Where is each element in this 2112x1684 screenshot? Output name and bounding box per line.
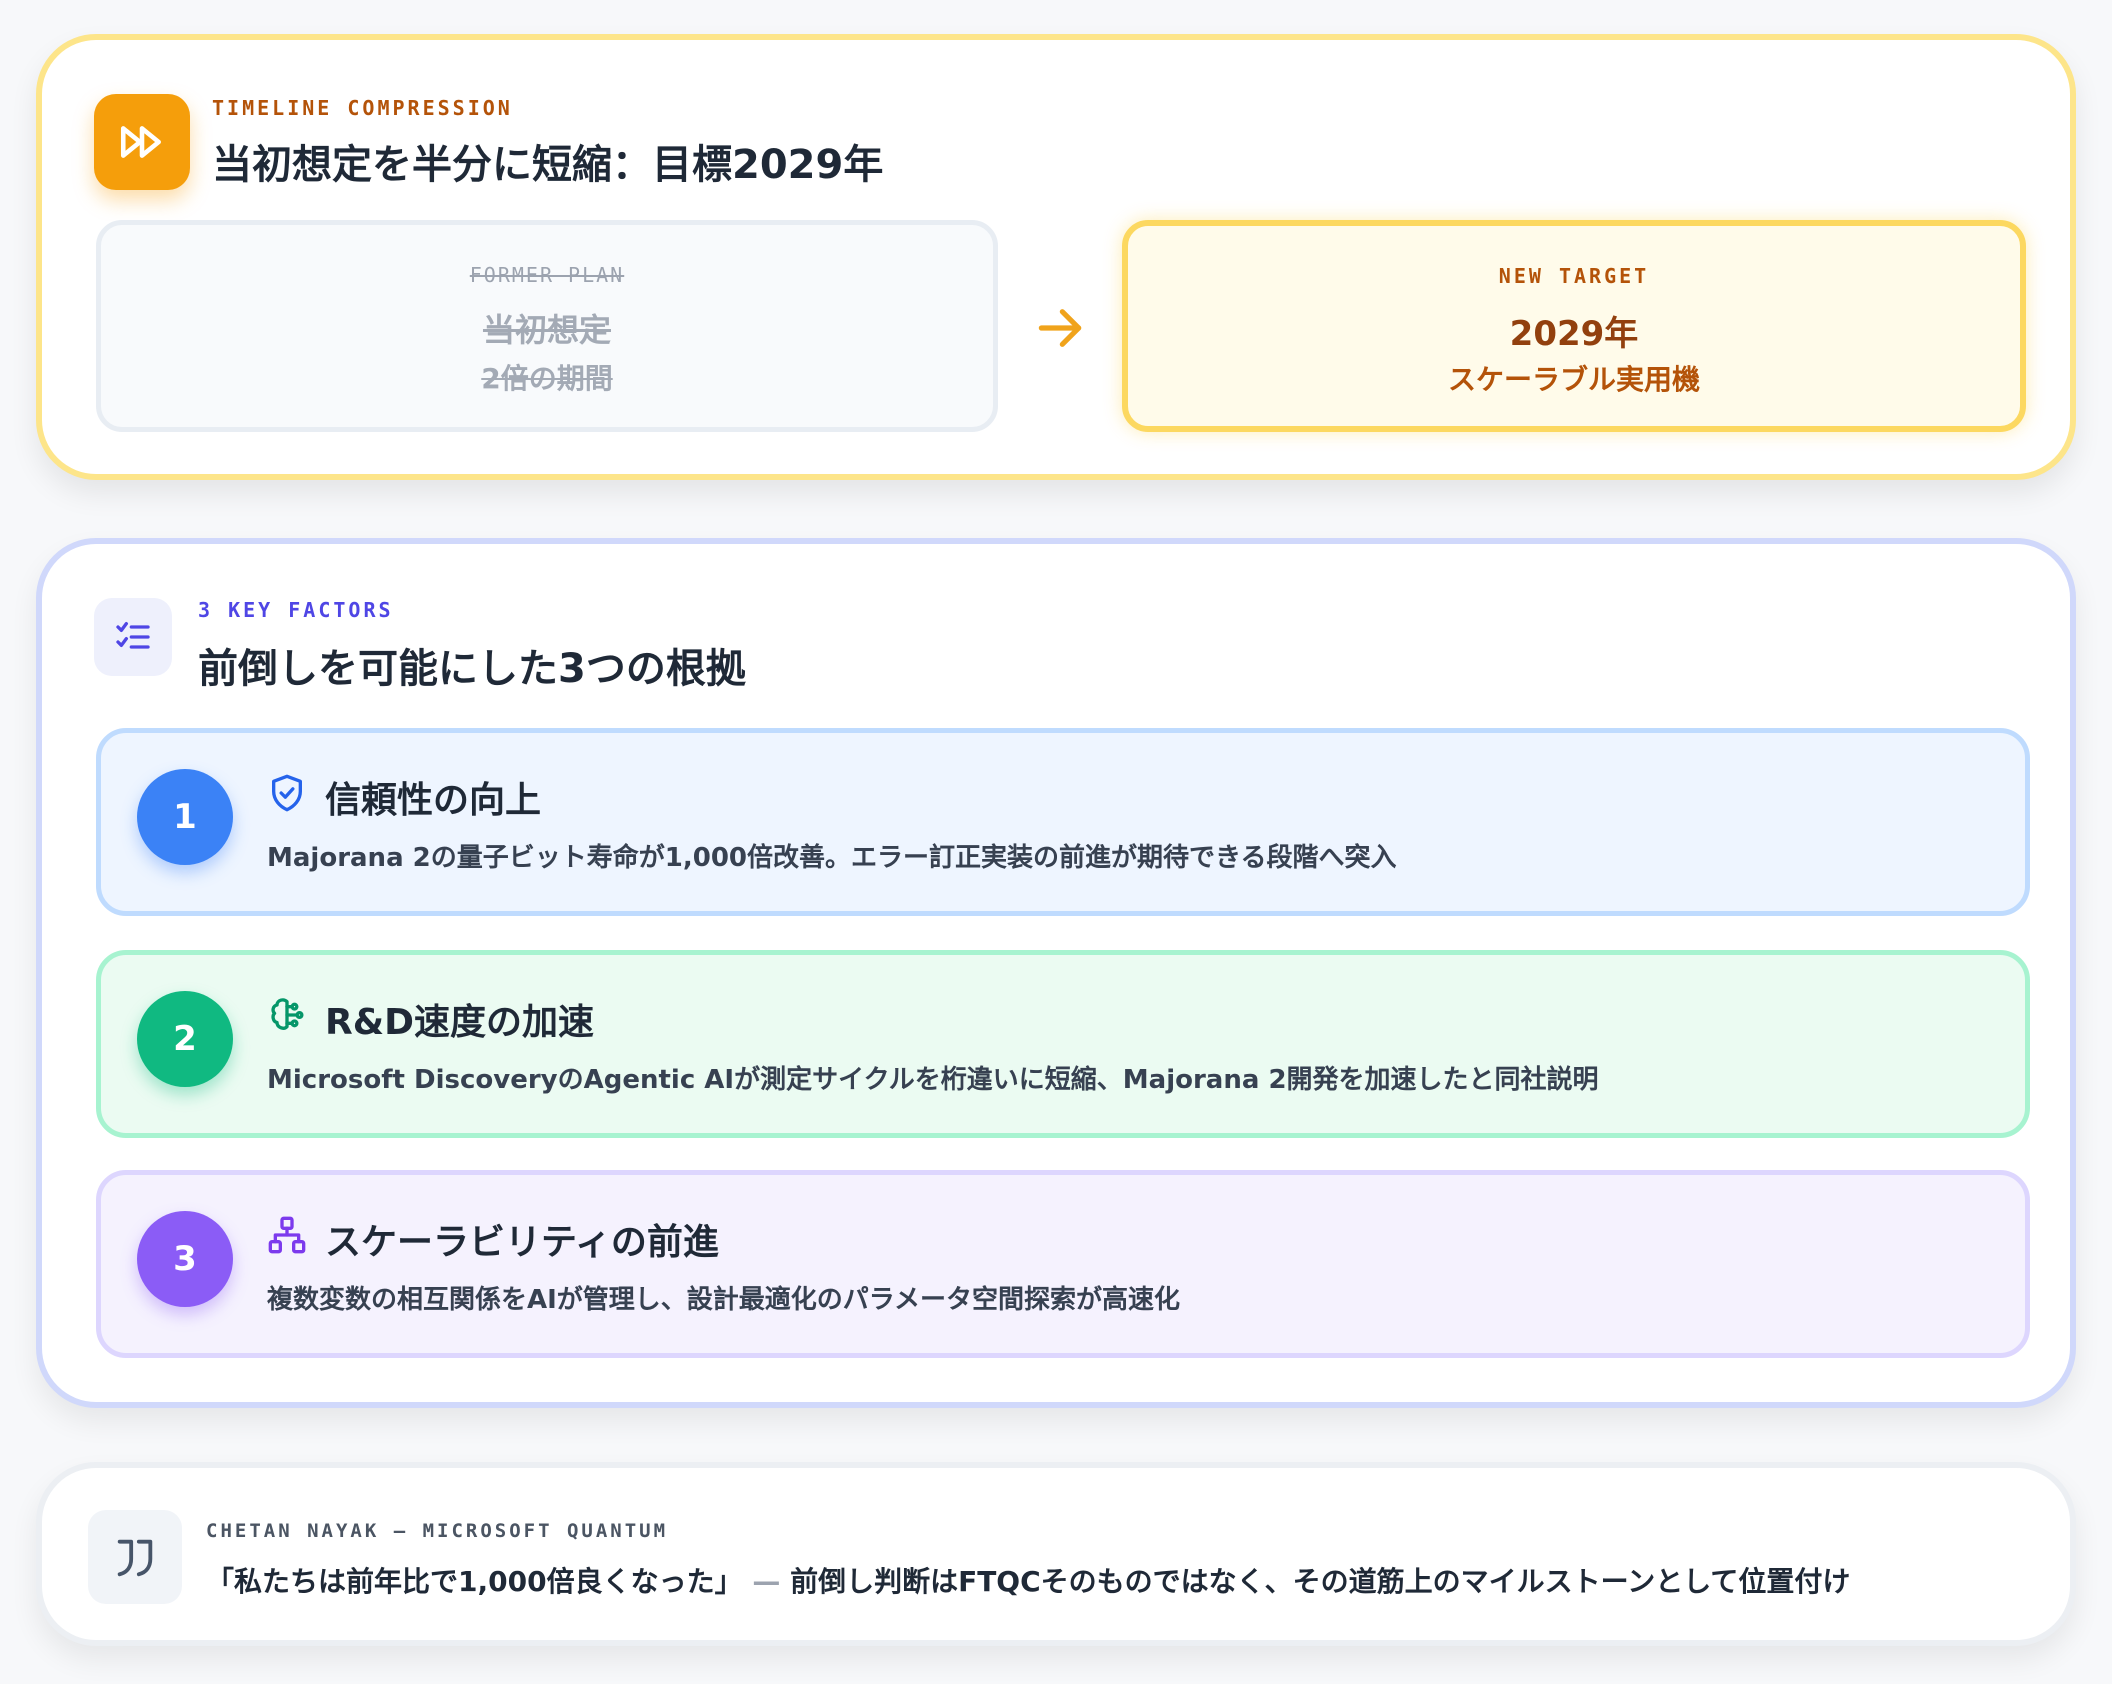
former-plan-box: FORMER PLAN 当初想定 2倍の期間 [96,220,998,432]
timeline-card: TIMELINE COMPRESSION 当初想定を半分に短縮：目標2029年 … [36,34,2076,480]
fast-forward-icon [94,94,190,190]
former-plan-label: FORMER PLAN [469,263,625,287]
factor-description: Majorana 2の量子ビット寿命が1,000倍改善。エラー訂正実装の前進が期… [267,843,1397,873]
new-target-label: NEW TARGET [1498,264,1650,288]
factor-title: R&D速度の加速 [325,1002,594,1043]
factor-number: 3 [137,1211,233,1307]
new-target-value: 2029年 [1509,314,1639,354]
new-target-sub: スケーラブル実用機 [1447,363,1700,396]
quote-comment: 前倒し判断はFTQCそのものではなく、その道筋上のマイルストーンとして位置付け [790,1565,1851,1598]
brain-circuit-icon [271,998,304,1030]
arrow-right-icon [1038,309,1082,347]
quote-icon [88,1510,182,1604]
new-target-box: NEW TARGET 2029年 スケーラブル実用機 [1122,220,2026,432]
network-icon [268,1216,306,1254]
quote-dash: — [742,1565,791,1598]
factor-number: 1 [137,769,233,865]
quote-text-line: 「私たちは前年比で1,000倍良くなった」 — 前倒し判断はFTQCそのものでは… [206,1560,1850,1600]
former-plan-value: 当初想定 [482,311,611,349]
checklist-icon [94,598,172,676]
quote-card: CHETAN NAYAK — MICROSOFT QUANTUM 「私たちは前年… [36,1462,2076,1646]
factor-item-reliability: 1 信頼性の向上 Majorana 2の量子ビット寿命が1,000倍改善。エラー… [96,728,2030,916]
factor-description: 複数変数の相互関係をAIが管理し、設計最適化のパラメータ空間探索が高速化 [267,1285,1181,1315]
factor-item-scalability: 3 スケーラビリティの前進 複数変数の相互関係をAIが管理し、設計最適化のパラメ… [96,1170,2030,1358]
factors-eyebrow: 3 KEY FACTORS [198,598,394,622]
factor-description: Microsoft DiscoveryのAgentic AIが測定サイクルを桁違… [267,1065,1599,1095]
former-plan-sub: 2倍の期間 [481,362,613,395]
quote-attribution: CHETAN NAYAK — MICROSOFT QUANTUM [206,1520,669,1542]
shield-check-icon [272,774,302,812]
timeline-eyebrow: TIMELINE COMPRESSION [212,96,513,120]
factor-title: 信頼性の向上 [325,780,542,821]
timeline-title: 当初想定を半分に短縮：目標2029年 [212,142,884,188]
factor-number: 2 [137,991,233,1087]
factor-item-rd-speed: 2 R&D速度の加速 Microsoft DiscoveryのAgentic A… [96,950,2030,1138]
quote-text: 「私たちは前年比で1,000倍良くなった」 [206,1565,743,1598]
factor-title: スケーラビリティの前進 [325,1222,719,1263]
factors-title: 前倒しを可能にした3つの根拠 [198,646,746,692]
key-factors-card: 3 KEY FACTORS 前倒しを可能にした3つの根拠 1 信頼性の向上 Ma… [36,538,2076,1408]
